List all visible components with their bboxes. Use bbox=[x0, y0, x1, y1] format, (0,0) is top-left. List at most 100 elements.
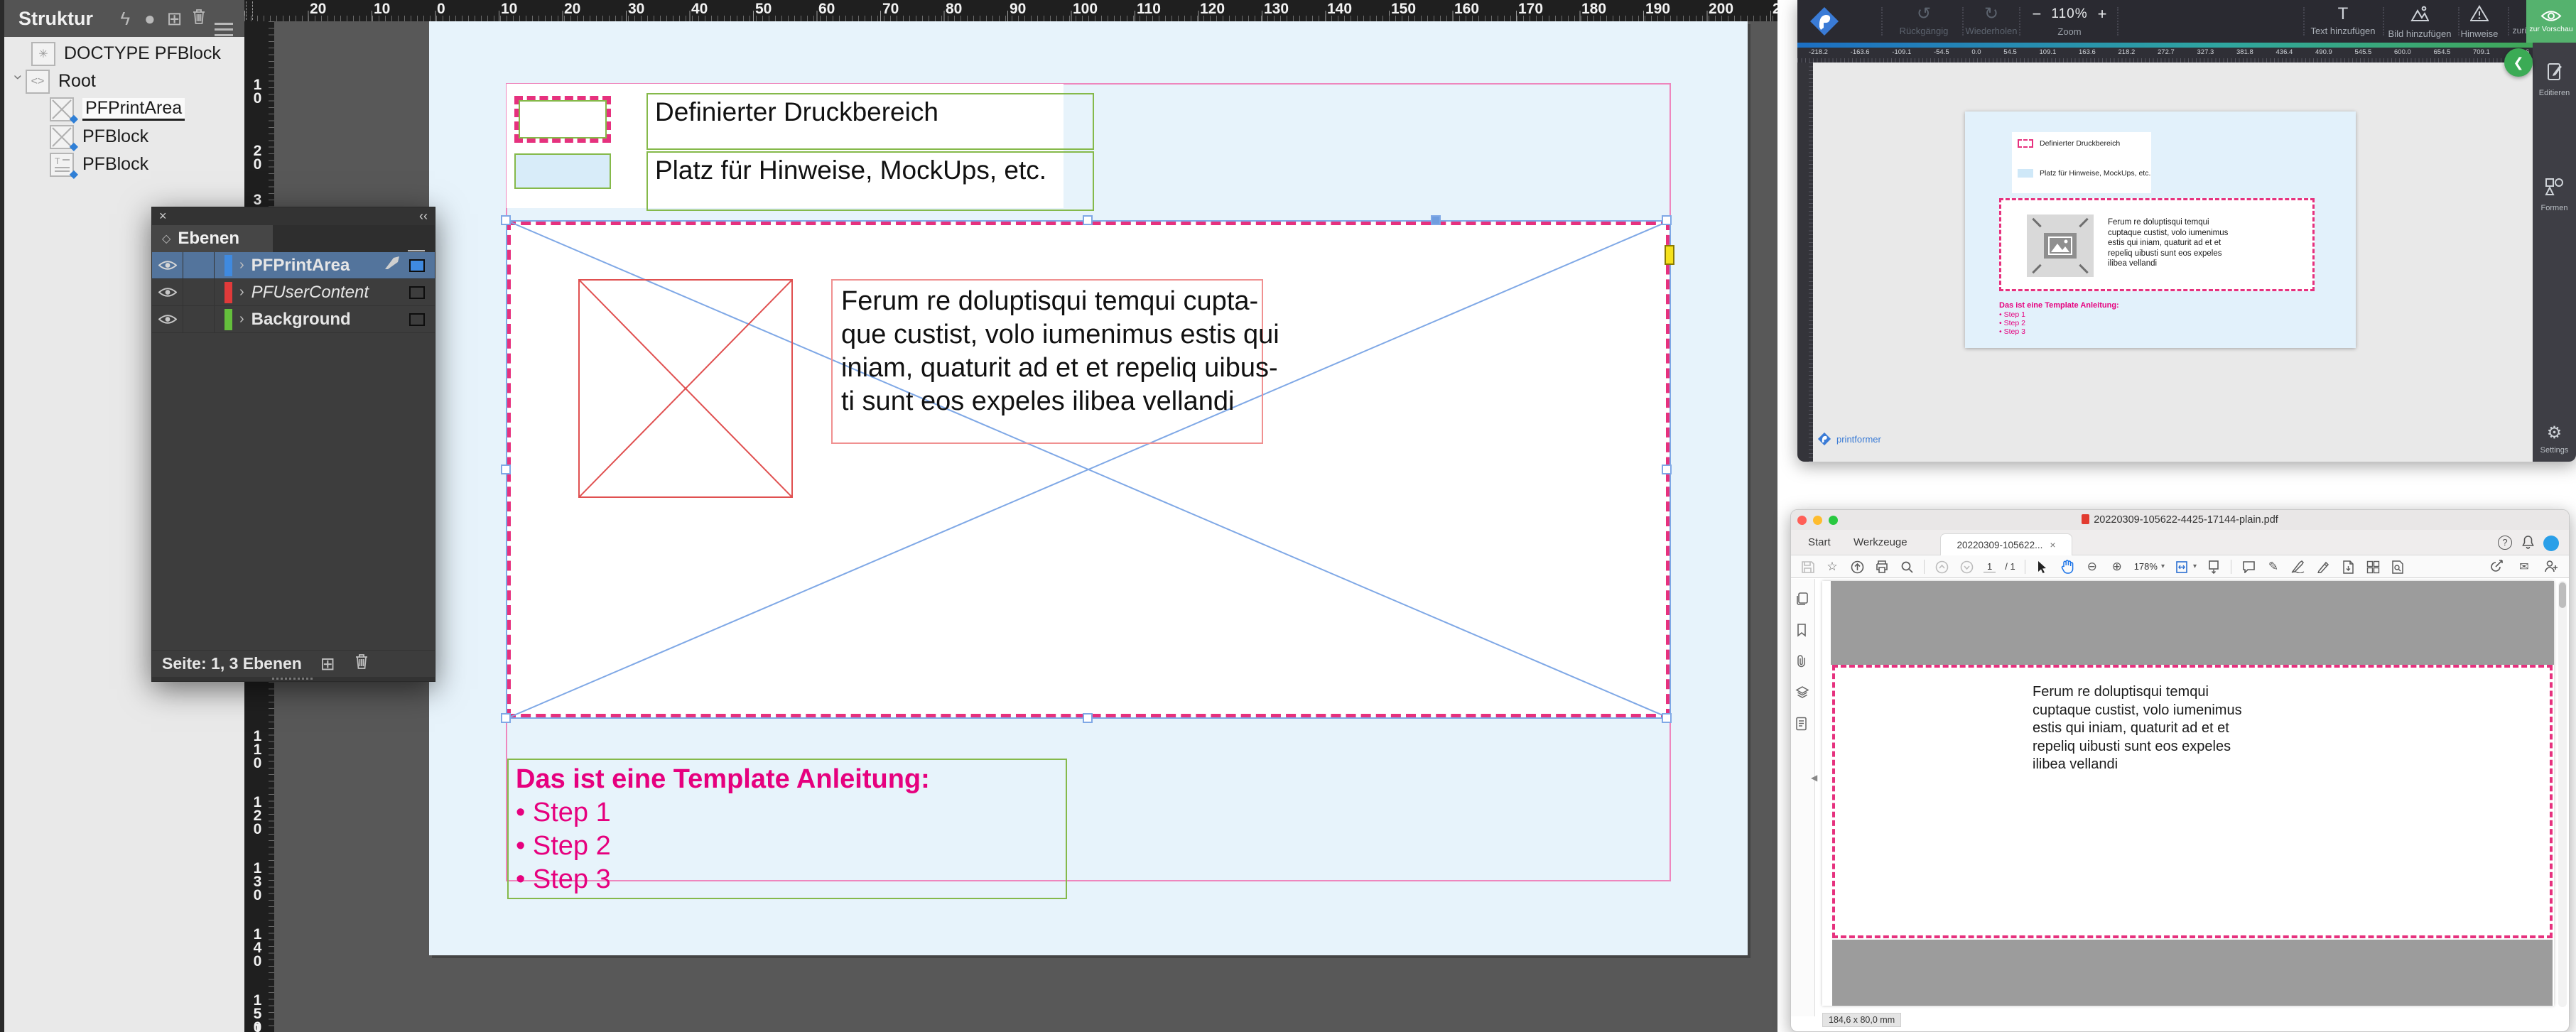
help-icon[interactable]: ? bbox=[2498, 536, 2512, 550]
layers-icon[interactable] bbox=[1795, 685, 1809, 703]
lock-cell[interactable] bbox=[183, 279, 215, 305]
email-icon[interactable]: ✉ bbox=[2516, 560, 2532, 574]
tab-start[interactable]: Start bbox=[1808, 536, 1831, 548]
chevron-right-icon[interactable]: › bbox=[239, 284, 244, 300]
add-element-icon[interactable]: ⊞ bbox=[162, 8, 187, 30]
selection-proxy-square[interactable] bbox=[409, 286, 425, 299]
organize-pages-icon[interactable] bbox=[2365, 559, 2381, 573]
collapse-sidebar-button[interactable]: ❮ bbox=[2504, 48, 2533, 77]
legend-text-frame[interactable]: Definierter Druckbereich bbox=[646, 93, 1094, 150]
preview-body-text[interactable]: Ferum re doluptisqui temqui cuptaque cus… bbox=[2108, 217, 2228, 269]
panel-menu-icon[interactable] bbox=[211, 8, 236, 30]
record-icon[interactable]: ● bbox=[138, 8, 163, 30]
scrollbar[interactable] bbox=[2558, 581, 2567, 1007]
sidebar-item-shapes[interactable]: Formen bbox=[2533, 178, 2576, 212]
image-placeholder-frame[interactable] bbox=[578, 279, 793, 498]
tab-document[interactable]: 20220309-105622... × bbox=[1940, 533, 2072, 555]
body-text-frame[interactable]: Ferum re doluptisqui temqui cupta- que c… bbox=[831, 279, 1263, 444]
tab-werkzeuge[interactable]: Werkzeuge bbox=[1853, 536, 1907, 548]
sign-pen-icon[interactable] bbox=[2290, 560, 2306, 574]
print-icon[interactable] bbox=[1874, 560, 1890, 574]
layer-row-pfusercontent[interactable]: › PFUserContent bbox=[152, 279, 435, 306]
selection-handle[interactable] bbox=[1662, 465, 1672, 474]
document-notes-icon[interactable] bbox=[1795, 717, 1807, 734]
tab-ebenen[interactable]: ◇ Ebenen bbox=[152, 225, 273, 252]
tree-item-pfblock-1[interactable]: ◆ PFBlock bbox=[4, 123, 244, 151]
scrollbar-thumb[interactable] bbox=[2559, 582, 2566, 608]
layer-row-background[interactable]: › Background bbox=[152, 306, 435, 333]
close-icon[interactable]: × bbox=[159, 209, 167, 224]
visibility-eye-icon[interactable] bbox=[152, 252, 183, 278]
horizontal-ruler[interactable]: 20 10 0 10 20 30 40 50 60 70 80 90 100 1… bbox=[244, 0, 1777, 21]
attachments-icon[interactable] bbox=[1795, 654, 1808, 672]
visibility-eye-icon[interactable] bbox=[152, 306, 183, 332]
notifications-bell-icon[interactable] bbox=[2521, 536, 2535, 550]
selection-handle[interactable] bbox=[1083, 713, 1093, 723]
previous-page-icon[interactable] bbox=[1934, 559, 1949, 573]
visibility-eye-icon[interactable] bbox=[152, 279, 183, 305]
save-icon[interactable] bbox=[1800, 559, 1815, 573]
selection-proxy-square[interactable] bbox=[409, 313, 425, 326]
frame-edge-color-handle[interactable] bbox=[1665, 245, 1674, 265]
chevron-right-icon[interactable]: › bbox=[239, 257, 244, 273]
select-cursor-icon[interactable] bbox=[2035, 559, 2050, 573]
fit-page-icon[interactable] bbox=[2174, 559, 2190, 573]
hint-area-sample[interactable] bbox=[514, 153, 611, 189]
zoom-out-icon[interactable]: ⊖ bbox=[2084, 560, 2100, 574]
search-icon[interactable] bbox=[1899, 559, 1915, 573]
next-page-icon[interactable] bbox=[1959, 559, 1974, 573]
selection-handle[interactable] bbox=[501, 713, 511, 723]
undo-button[interactable]: ↺ Rückgängig bbox=[1888, 5, 1959, 36]
sidebar-item-edit[interactable]: Editieren bbox=[2533, 63, 2576, 97]
lock-cell[interactable] bbox=[183, 306, 215, 332]
zoom-in-button[interactable]: + bbox=[2098, 5, 2107, 23]
zoom-percent-value[interactable]: 178% bbox=[2134, 561, 2158, 572]
zoom-out-button[interactable]: − bbox=[2033, 5, 2042, 23]
chevron-down-icon[interactable]: ▾ bbox=[2193, 563, 2197, 570]
close-tab-icon[interactable]: × bbox=[2050, 539, 2055, 550]
dashed-area-sample[interactable] bbox=[514, 96, 611, 143]
selection-handle[interactable] bbox=[1662, 215, 1672, 225]
panel-menu-icon[interactable] bbox=[408, 242, 425, 252]
legend-text-frame[interactable]: Platz für Hinweise, MockUps, etc. bbox=[646, 151, 1094, 211]
tree-item-pfblock-2[interactable]: T ◆ PFBlock bbox=[4, 151, 244, 178]
fill-sign-icon[interactable] bbox=[2315, 560, 2331, 574]
collapse-sidebar-icon[interactable]: ◀ bbox=[1811, 773, 1817, 783]
highlight-pencil-icon[interactable]: ✎ bbox=[2266, 560, 2281, 574]
lock-cell[interactable] bbox=[183, 252, 215, 278]
layer-row-pfprintarea[interactable]: › PFPrintArea bbox=[152, 252, 435, 279]
selection-handle-active[interactable] bbox=[1431, 215, 1441, 225]
star-favorite-icon[interactable]: ☆ bbox=[1824, 560, 1840, 574]
share-upload-icon[interactable] bbox=[1849, 559, 1865, 573]
preview-button[interactable]: zur Vorschau bbox=[2526, 0, 2576, 43]
hand-pan-icon[interactable] bbox=[2060, 559, 2075, 574]
validate-structure-icon[interactable]: ϟ bbox=[113, 8, 138, 30]
preview-image-placeholder[interactable] bbox=[2027, 214, 2094, 277]
collapse-panel-icon[interactable]: ‹‹ bbox=[419, 209, 428, 224]
hints-button[interactable]: Hinweise bbox=[2454, 5, 2505, 39]
add-image-button[interactable]: Bild hinzufügen bbox=[2384, 5, 2455, 39]
tree-item-doctype[interactable]: ✳ DOCTYPE PFBlock bbox=[4, 40, 244, 67]
selection-handle[interactable] bbox=[501, 215, 511, 225]
share-person-icon[interactable] bbox=[2543, 560, 2559, 574]
redo-button[interactable]: ↻ Wiederholen bbox=[1961, 5, 2022, 36]
add-text-button[interactable]: T Text hinzufügen bbox=[2306, 5, 2380, 36]
preview-print-area[interactable]: Ferum re doluptisqui temqui cuptaque cus… bbox=[1999, 198, 2315, 291]
page-thumbnails-icon[interactable] bbox=[1795, 592, 1809, 609]
new-layer-icon[interactable]: ⊞ bbox=[320, 653, 335, 675]
scroll-mode-icon[interactable] bbox=[2206, 559, 2221, 573]
sidebar-item-settings[interactable]: ⚙ Settings bbox=[2533, 423, 2576, 455]
bookmarks-icon[interactable] bbox=[1795, 623, 1808, 641]
tree-item-root[interactable]: › <> Root bbox=[4, 67, 244, 95]
send-link-icon[interactable] bbox=[2489, 560, 2505, 574]
redact-search-icon[interactable] bbox=[2390, 559, 2405, 573]
delete-layer-icon[interactable] bbox=[354, 653, 369, 675]
chevron-down-icon[interactable]: ▾ bbox=[2161, 563, 2165, 570]
selection-handle[interactable] bbox=[1083, 215, 1093, 225]
instructions-frame[interactable]: Das ist eine Template Anleitung: • Step … bbox=[507, 759, 1067, 899]
panel-resize-grip[interactable] bbox=[152, 677, 435, 681]
comment-icon[interactable] bbox=[2241, 560, 2256, 574]
zoom-in-icon[interactable]: ⊕ bbox=[2109, 560, 2125, 574]
delete-element-icon[interactable] bbox=[187, 8, 212, 30]
selection-handle[interactable] bbox=[1662, 713, 1672, 723]
